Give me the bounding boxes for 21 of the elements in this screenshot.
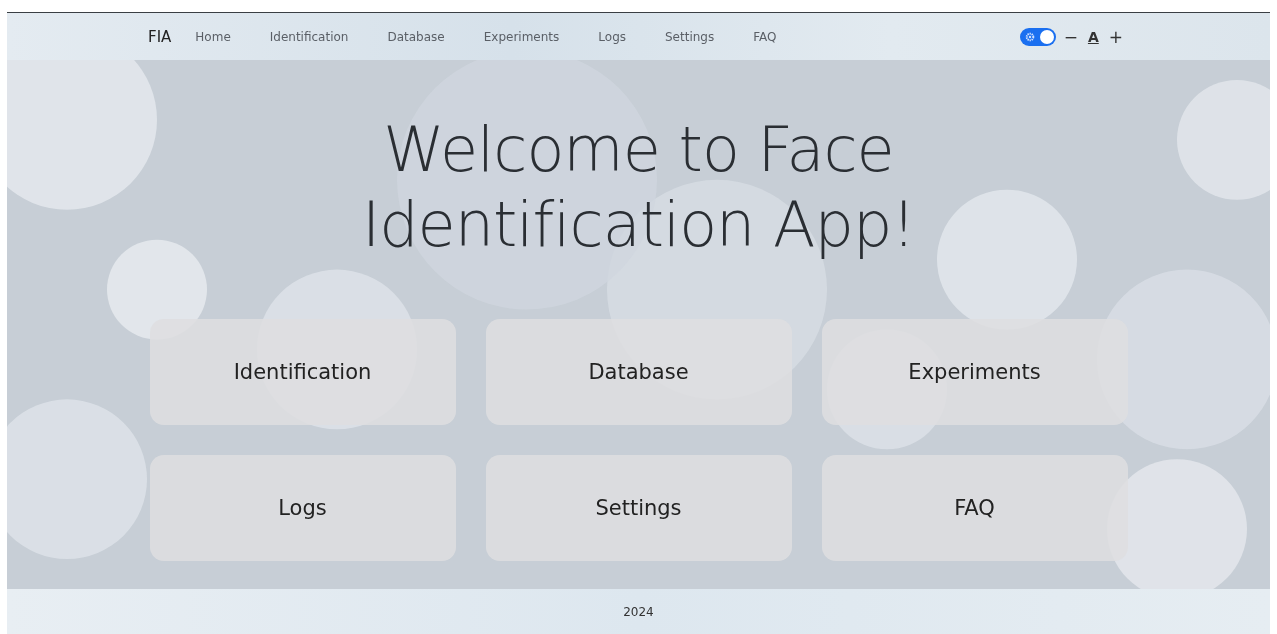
reset-font-button[interactable]: A bbox=[1085, 28, 1101, 45]
nav-link[interactable]: Home bbox=[195, 29, 231, 44]
footer-text: 2024 bbox=[623, 604, 654, 619]
theme-toggle[interactable] bbox=[1019, 27, 1056, 46]
page-title: Welcome to Face Identification App! bbox=[360, 112, 917, 262]
brand-name[interactable]: FIA bbox=[148, 27, 172, 46]
section-card[interactable]: Database bbox=[485, 319, 792, 425]
nav-link[interactable]: Experiments bbox=[483, 29, 560, 44]
nav-link[interactable]: Identification bbox=[269, 29, 349, 44]
nav-link[interactable]: FAQ bbox=[753, 29, 777, 44]
decrease-font-button[interactable]: − bbox=[1061, 26, 1080, 47]
section-card[interactable]: Settings bbox=[485, 455, 792, 561]
section-card[interactable]: Logs bbox=[149, 455, 456, 561]
nav-link[interactable]: Settings bbox=[665, 29, 715, 44]
section-card[interactable]: Experiments bbox=[821, 319, 1128, 425]
section-card[interactable]: Identification bbox=[149, 319, 456, 425]
section-card[interactable]: FAQ bbox=[821, 455, 1128, 561]
increase-font-button[interactable]: + bbox=[1106, 26, 1125, 47]
nav-link[interactable]: Logs bbox=[598, 29, 626, 44]
nav-link[interactable]: Database bbox=[387, 29, 445, 44]
gear-icon bbox=[1024, 31, 1035, 42]
